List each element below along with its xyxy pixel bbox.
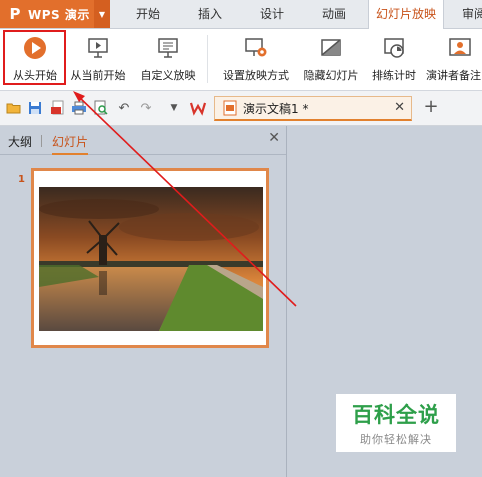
save-icon[interactable] [27,100,43,116]
watermark-title: 百科全说 [352,403,440,427]
close-panel-icon[interactable]: ✕ [268,130,280,146]
rehearse-timer-icon [381,35,407,61]
rehearse-label: 排练计时 [372,69,416,82]
print-icon[interactable] [71,100,87,116]
app-dropdown-icon[interactable]: ▼ [94,0,110,28]
from-current-button[interactable]: 从当前开始 [68,31,128,87]
export-pdf-icon[interactable] [50,100,66,116]
ribbon-divider [207,35,208,83]
tab-home[interactable]: 开始 [124,0,172,28]
slide-thumbnail[interactable] [31,168,269,348]
open-folder-icon[interactable] [6,100,22,116]
from-current-label: 从当前开始 [70,69,126,82]
app-title: WPS 演示 [28,7,90,22]
wps-w-logo-icon[interactable] [190,100,206,116]
panel-tabs: 大纲 幻灯片 ✕ [0,126,286,155]
undo-icon[interactable]: ↶ [116,100,132,116]
tab-slideshow[interactable]: 幻灯片放映 [368,0,444,29]
presenter-notes-label: 演讲者备注 [426,69,481,82]
watermark-subtitle: 助你轻松解决 [360,433,432,446]
tab-animation[interactable]: 动画 [310,0,358,28]
hide-slide-button[interactable]: 隐藏幻灯片 [298,31,364,87]
wps-logo-icon: P [9,5,21,23]
highlight-box [3,30,66,85]
close-tab-icon[interactable]: ✕ [394,100,405,115]
windmill-landscape-image [39,187,263,331]
menu-tab-bar: P WPS 演示 ▼ 开始 插入 设计 动画 幻灯片放映 审阅 [0,0,482,29]
screen-gear-icon [243,35,269,61]
document-name: 演示文稿1 * [243,101,309,116]
panel-tab-divider [41,135,42,147]
presentation-file-icon [223,100,237,116]
redo-icon[interactable]: ↷ [138,100,154,116]
custom-screen-icon [155,35,181,61]
hide-slide-icon [318,35,344,61]
tab-review[interactable]: 审阅 [454,0,482,28]
presenter-notes-button[interactable]: 演讲者备注 [426,31,482,87]
app-menu-button[interactable]: P WPS 演示 ▼ [0,0,110,28]
tab-outline[interactable]: 大纲 [8,133,32,150]
tab-slides[interactable]: 幻灯片 [52,133,89,155]
watermark-logo: 百科全说 助你轻松解决 [336,394,456,452]
setup-show-button[interactable]: 设置放映方式 [218,31,294,87]
ribbon: 从头开始 从当前开始 自定义放映 设置放映方式 隐藏幻灯片 排练计时 演讲者备注 [0,29,482,91]
print-preview-icon[interactable] [93,100,109,116]
custom-show-label: 自定义放映 [140,69,196,82]
setup-show-label: 设置放映方式 [223,69,289,82]
tab-insert[interactable]: 插入 [186,0,234,28]
screen-play-icon [85,35,111,61]
hide-slide-label: 隐藏幻灯片 [303,69,359,82]
toolbar-dropdown-icon[interactable]: ▼ [166,100,182,116]
custom-show-button[interactable]: 自定义放映 [136,31,200,87]
rehearse-button[interactable]: 排练计时 [368,31,420,87]
document-tab[interactable]: 演示文稿1 * ✕ [214,96,412,121]
slide-number: 1 [18,174,25,185]
new-tab-icon[interactable]: + [423,96,439,117]
presenter-notes-icon [447,35,473,61]
tab-design[interactable]: 设计 [248,0,296,28]
